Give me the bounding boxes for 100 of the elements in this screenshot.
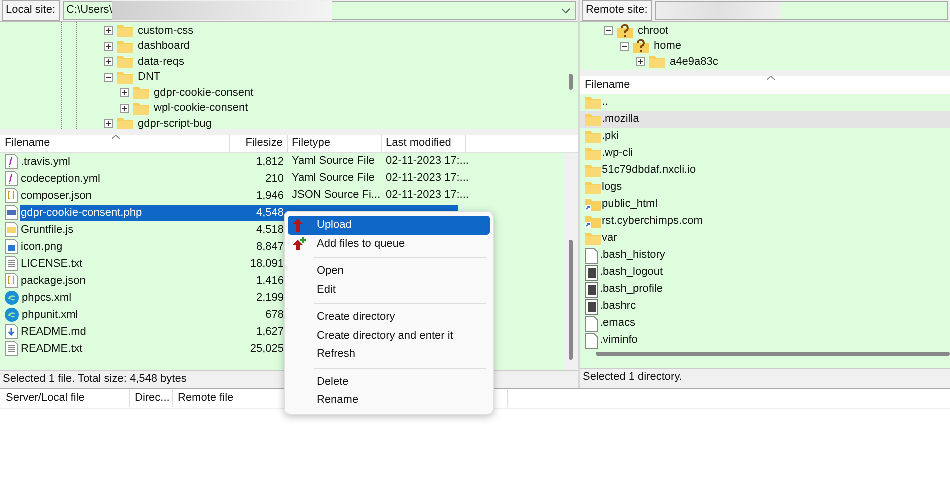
file-size: 1,812 [255, 154, 285, 170]
expand-icon[interactable] [104, 26, 113, 36]
column-header[interactable]: Last modified [382, 135, 466, 152]
folder-icon [585, 181, 601, 194]
tree-item[interactable]: DNT [137, 69, 162, 86]
column-header[interactable]: Filename [580, 76, 630, 94]
browser-logo-icon [5, 308, 19, 322]
scrollbar-thumb[interactable] [569, 74, 573, 90]
collapse-icon[interactable] [104, 72, 113, 82]
menu-item[interactable]: Create directory [288, 308, 490, 326]
file-name[interactable]: rst.cyberchimps.com [602, 213, 703, 230]
local-path-field[interactable]: C:\Users\ [62, 1, 576, 20]
file-name[interactable]: LICENSE.txt [20, 256, 230, 272]
menu-item[interactable]: Open [288, 262, 490, 280]
file-type: JSON Source Fi... [291, 188, 382, 204]
file-name[interactable]: 51c79dbdaf.nxcli.io [602, 162, 696, 179]
folder-icon [585, 96, 601, 109]
file-name[interactable]: phpcs.xml [21, 290, 230, 306]
tree-item[interactable]: gdpr-cookie-consent [153, 84, 255, 101]
file-name[interactable]: .viminfo [600, 332, 638, 349]
tree-item[interactable]: chroot [637, 22, 670, 39]
file-size: 678 [264, 308, 285, 322]
browser-logo-icon [5, 290, 19, 304]
status-text: Selected 1 directory. [582, 370, 682, 386]
file-size: 1,416 [255, 274, 285, 288]
column-header[interactable]: Filesize [230, 135, 288, 152]
collapse-icon[interactable] [604, 26, 613, 36]
file-size: 2,199 [255, 290, 285, 306]
file-name[interactable]: README.md [20, 324, 230, 340]
file-name[interactable]: package.json [20, 272, 230, 288]
file-name[interactable]: .pki [602, 128, 620, 145]
file-icon [585, 332, 599, 348]
file-name[interactable]: .bashrc [600, 298, 636, 315]
tree-item[interactable]: a4e9a83c [669, 54, 720, 70]
php-file-icon [5, 205, 18, 220]
menu-item[interactable]: Rename [288, 391, 490, 410]
file-name[interactable]: README.txt [20, 340, 230, 356]
tree-item[interactable]: home [653, 38, 683, 54]
expand-icon[interactable] [104, 42, 113, 51]
file-name[interactable]: composer.json [20, 188, 230, 204]
column-header[interactable]: Direc... [130, 390, 173, 407]
expand-icon[interactable] [104, 57, 113, 66]
file-name[interactable]: gdpr-cookie-consent.php [20, 204, 230, 220]
column-header[interactable]: Filetype [288, 135, 382, 152]
column-header[interactable]: Filename [0, 135, 230, 152]
file-name[interactable]: .emacs [600, 315, 636, 332]
dropdown-caret-icon[interactable] [561, 8, 571, 14]
column-header[interactable]: Server/Local file [0, 390, 130, 407]
folder-icon [649, 55, 665, 68]
tree-item[interactable]: data-reqs [137, 54, 186, 70]
folder-icon [585, 232, 601, 245]
tree-item[interactable]: dashboard [137, 38, 191, 54]
yaml-file-icon [5, 171, 18, 186]
text-file-icon [5, 256, 18, 271]
menu-item[interactable]: Add files to queue [288, 234, 490, 253]
file-name[interactable]: phpunit.xml [21, 306, 230, 322]
js-file-icon [5, 222, 18, 237]
menu-item[interactable]: Delete [288, 372, 490, 391]
file-name[interactable]: codeception.yml [20, 170, 230, 186]
file-name[interactable]: logs [602, 179, 622, 196]
expand-icon[interactable] [104, 119, 113, 128]
folder-icon [585, 147, 601, 160]
scrollbar-thumb[interactable] [569, 240, 573, 360]
expand-icon[interactable] [636, 57, 645, 66]
site-label: Local site: [2, 0, 60, 21]
file-size: 4,548 [230, 204, 288, 220]
file-name[interactable]: .. [602, 94, 608, 111]
tree-item[interactable]: wpl-cookie-consent [153, 100, 250, 116]
folder-icon [117, 55, 133, 68]
expand-icon[interactable] [120, 104, 129, 113]
file-name[interactable]: .travis.yml [20, 154, 230, 170]
file-name[interactable]: var [602, 230, 618, 247]
file-name[interactable]: .bash_logout [600, 264, 663, 281]
file-size: 8,847 [255, 240, 285, 254]
collapse-icon[interactable] [620, 42, 629, 51]
remote-path-field[interactable] [654, 1, 948, 20]
json-file-icon [5, 188, 18, 203]
file-size: 1,946 [255, 188, 285, 204]
file-name[interactable]: .mozilla [602, 111, 640, 128]
menu-item[interactable]: Edit [288, 280, 490, 299]
file-size: 4,518 [255, 222, 285, 238]
file-name[interactable]: Gruntfile.js [20, 222, 230, 238]
json-file-icon [5, 273, 18, 288]
menu-item[interactable]: Refresh [288, 345, 490, 364]
file-name[interactable]: .wp-cli [602, 145, 634, 162]
tree-item[interactable]: custom-css [137, 22, 195, 39]
scrollbar-thumb[interactable] [596, 352, 950, 356]
expand-icon[interactable] [120, 88, 129, 98]
file-size: 18,091 [249, 256, 285, 272]
menu-item[interactable]: Create directory and enter it [288, 326, 490, 345]
text-file-icon [5, 341, 18, 356]
file-name[interactable]: public_html [602, 196, 658, 213]
file-name[interactable]: .bash_history [600, 247, 666, 264]
file-name[interactable]: icon.png [20, 238, 230, 254]
tree-item[interactable]: gdpr-script-bug [137, 116, 213, 129]
folder-icon [117, 70, 133, 84]
file-name[interactable]: .bash_profile [600, 281, 663, 298]
question-folder-icon [633, 39, 649, 54]
menu-item[interactable]: Upload [288, 216, 490, 234]
question-folder-icon [617, 24, 633, 38]
